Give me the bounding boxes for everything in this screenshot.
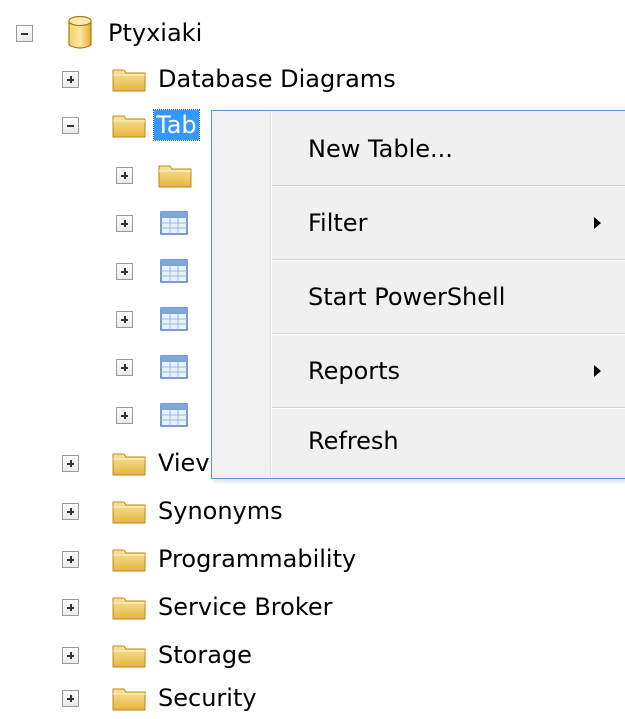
- menu-item-refresh[interactable]: Refresh: [212, 409, 625, 477]
- tree-node-security[interactable]: Security: [0, 675, 300, 719]
- collapse-toggle-icon[interactable]: [16, 25, 33, 42]
- menu-separator: [272, 259, 625, 260]
- menu-item-reports[interactable]: Reports: [212, 337, 625, 405]
- menu-separator: [272, 185, 625, 186]
- collapse-toggle-icon[interactable]: [62, 117, 79, 134]
- expand-toggle-icon[interactable]: [116, 263, 133, 280]
- menu-separator: [272, 407, 625, 408]
- tree-node-database-diagrams[interactable]: Database Diagrams: [0, 56, 440, 102]
- expand-toggle-icon[interactable]: [116, 215, 133, 232]
- expand-toggle-icon[interactable]: [62, 647, 79, 664]
- folder-icon: [112, 112, 146, 138]
- tree-node-label: Security: [158, 684, 257, 712]
- folder-icon: [112, 594, 146, 620]
- folder-icon: [158, 162, 192, 188]
- menu-item-start-powershell[interactable]: Start PowerShell: [212, 263, 625, 331]
- tree-node-ptyxiaki[interactable]: Ptyxiaki: [0, 10, 300, 56]
- expand-toggle-icon[interactable]: [62, 690, 79, 707]
- tree-node-programmability[interactable]: Programmability: [0, 536, 420, 582]
- menu-item-label: Reports: [308, 357, 401, 385]
- folder-icon: [112, 685, 146, 711]
- expand-toggle-icon[interactable]: [116, 311, 133, 328]
- expand-toggle-icon[interactable]: [62, 71, 79, 88]
- table-icon: [160, 355, 188, 379]
- expand-toggle-icon[interactable]: [62, 503, 79, 520]
- folder-icon: [112, 498, 146, 524]
- table-icon: [160, 211, 188, 235]
- expand-toggle-icon[interactable]: [62, 455, 79, 472]
- expand-toggle-icon[interactable]: [116, 407, 133, 424]
- tree-node-table[interactable]: [0, 392, 210, 438]
- tree-node-label-selected: Tab: [153, 109, 200, 141]
- tree-node-service-broker[interactable]: Service Broker: [0, 584, 400, 630]
- menu-item-new-table[interactable]: New Table...: [212, 115, 625, 183]
- tree-node-tables-subfolder[interactable]: [0, 152, 210, 198]
- tree-node-label: Service Broker: [158, 593, 333, 621]
- folder-icon: [112, 546, 146, 572]
- expand-toggle-icon[interactable]: [62, 551, 79, 568]
- menu-separator: [272, 333, 625, 334]
- submenu-arrow-icon: [594, 217, 601, 229]
- table-icon: [160, 307, 188, 331]
- table-icon: [160, 259, 188, 283]
- tree-node-table[interactable]: [0, 200, 210, 246]
- tree-node-synonyms[interactable]: Synonyms: [0, 488, 330, 534]
- expand-toggle-icon[interactable]: [116, 167, 133, 184]
- menu-item-label: Filter: [308, 209, 368, 237]
- tree-node-label: Storage: [158, 641, 252, 669]
- tree-node-storage[interactable]: Storage: [0, 632, 300, 678]
- menu-item-label: Refresh: [308, 427, 399, 455]
- tree-node-views[interactable]: Viev: [0, 440, 210, 486]
- tree-node-label: Synonyms: [158, 497, 283, 525]
- expand-toggle-icon[interactable]: [62, 599, 79, 616]
- tree-node-table[interactable]: [0, 248, 210, 294]
- menu-item-label: New Table...: [308, 135, 453, 163]
- folder-icon: [112, 450, 146, 476]
- database-icon: [67, 15, 93, 51]
- tree-node-table[interactable]: [0, 344, 210, 390]
- context-menu: New Table... Filter Start PowerShell Rep…: [211, 110, 625, 479]
- tree-node-label: Ptyxiaki: [108, 19, 203, 47]
- tree-node-table[interactable]: [0, 296, 210, 342]
- table-icon: [160, 403, 188, 427]
- tree-node-label: Programmability: [158, 545, 357, 573]
- menu-item-label: Start PowerShell: [308, 283, 506, 311]
- expand-toggle-icon[interactable]: [116, 359, 133, 376]
- tree-node-label: Database Diagrams: [158, 65, 396, 93]
- menu-item-filter[interactable]: Filter: [212, 189, 625, 257]
- folder-icon: [112, 642, 146, 668]
- submenu-arrow-icon: [594, 365, 601, 377]
- folder-icon: [112, 66, 146, 92]
- tree-node-label: Viev: [158, 449, 210, 477]
